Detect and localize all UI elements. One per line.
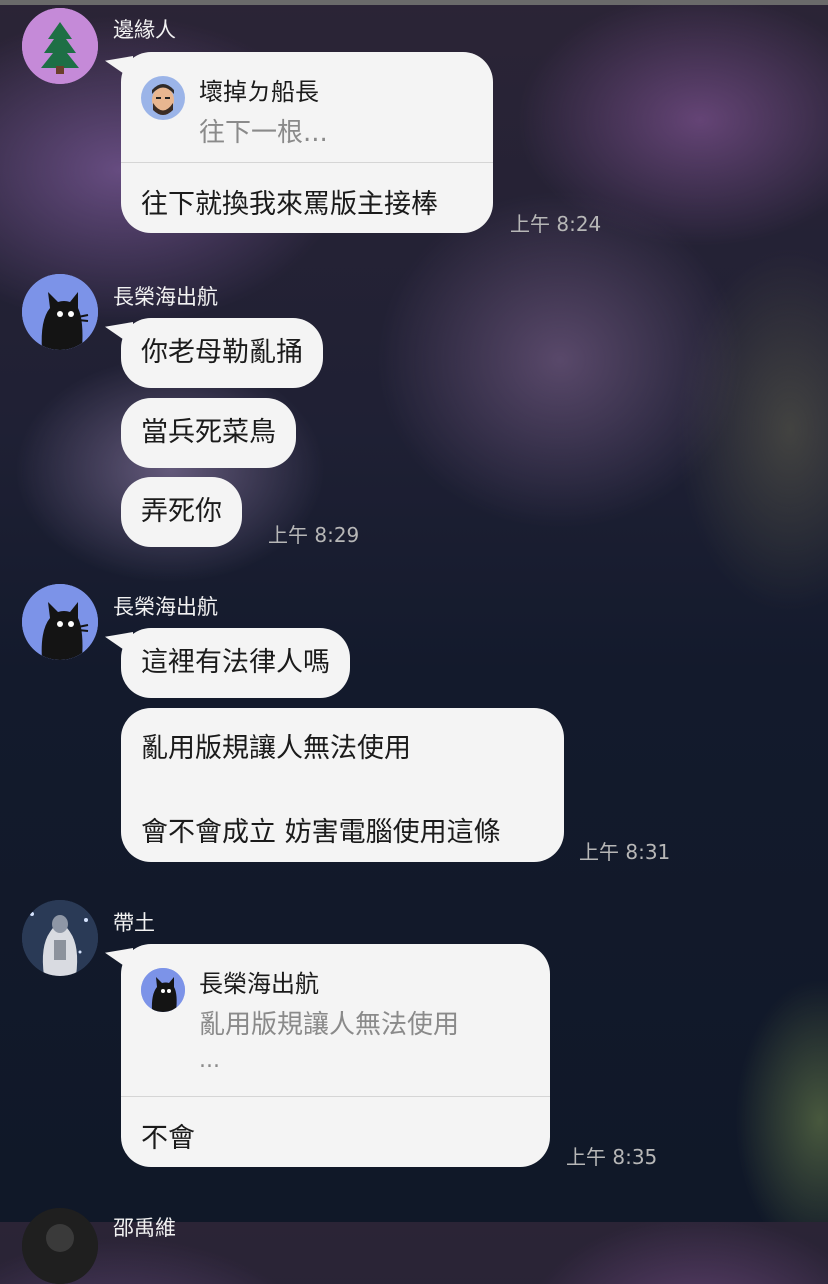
- sender-name: 邵禹維: [113, 1216, 176, 1240]
- sender-name: 長榮海出航: [113, 285, 218, 309]
- sender-name: 邊緣人: [113, 18, 176, 42]
- hooded-figure-icon[interactable]: [22, 900, 98, 976]
- black-cat-icon[interactable]: [22, 584, 98, 660]
- black-cat-icon: [141, 968, 185, 1012]
- sender-name: 帶土: [113, 911, 155, 935]
- message-bubble-multiline[interactable]: 亂用版規讓人無法使用 會不會成立 妨害電腦使用這條: [121, 708, 564, 862]
- tree-icon[interactable]: [22, 8, 98, 84]
- bearded-man-icon: [141, 76, 185, 120]
- reply-preview-text: 亂用版規讓人無法使用: [199, 1010, 460, 1040]
- message-time: 上午 8:35: [566, 1145, 658, 1169]
- black-cat-icon[interactable]: [22, 274, 98, 350]
- message-line: 會不會成立 妨害電腦使用這條: [141, 817, 501, 848]
- message-time: 上午 8:31: [579, 840, 671, 864]
- reply-divider: [121, 1096, 550, 1097]
- reply-divider: [121, 162, 493, 163]
- profile-icon[interactable]: [22, 1208, 98, 1284]
- reply-sender-name: 壞掉ㄉ船長: [199, 78, 319, 106]
- reply-message-bubble[interactable]: 壞掉ㄉ船長 往下一根... 往下就換我來罵版主接棒: [121, 52, 493, 233]
- status-strip: [0, 0, 828, 5]
- message-line: 亂用版規讓人無法使用: [141, 733, 411, 764]
- message-bubble[interactable]: 弄死你: [121, 477, 242, 547]
- reply-sender-name: 長榮海出航: [199, 970, 319, 998]
- message-bubble[interactable]: 這裡有法律人嗎: [121, 628, 350, 698]
- message-time: 上午 8:24: [510, 212, 602, 236]
- message-text: 不會: [141, 1123, 195, 1154]
- sender-name: 長榮海出航: [113, 595, 218, 619]
- message-text: 往下就換我來罵版主接棒: [141, 189, 438, 220]
- message-bubble[interactable]: 你老母勒亂捅: [121, 318, 323, 388]
- message-time: 上午 8:29: [268, 523, 360, 547]
- message-bubble[interactable]: 當兵死菜鳥: [121, 398, 296, 468]
- reply-message-bubble[interactable]: 長榮海出航 亂用版規讓人無法使用 ... 不會: [121, 944, 550, 1167]
- reply-preview-text: 往下一根...: [199, 118, 328, 148]
- reply-preview-ellipsis: ...: [199, 1048, 220, 1073]
